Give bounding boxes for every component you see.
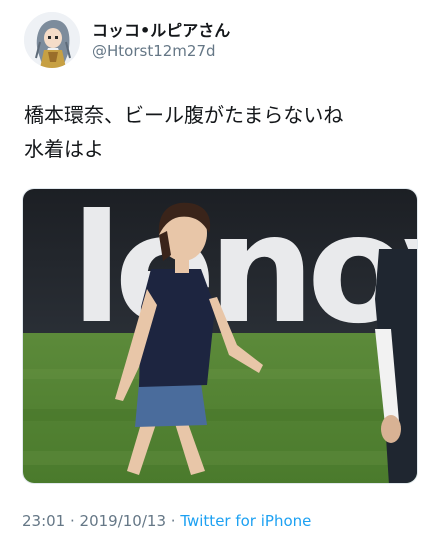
tweet-timestamp[interactable]: 23:01 · 2019/10/13	[22, 512, 166, 530]
anime-character-avatar-icon	[24, 12, 80, 68]
timestamp-separator: ·	[166, 512, 181, 530]
banner-text: lenovo	[71, 189, 418, 357]
tweet-source-link[interactable]: Twitter for iPhone	[180, 512, 311, 530]
user-handle[interactable]: @Htorst12m27d	[92, 42, 216, 60]
avatar[interactable]	[24, 12, 80, 68]
tweet-timestamp-line: 23:01 · 2019/10/13 · Twitter for iPhone	[22, 512, 311, 530]
tweet-card: コッコ•ルピアさん @Htorst12m27d 橋本環奈、ビール腹がたまらないね…	[0, 0, 440, 542]
tweet-text-line: 水着はよ	[24, 137, 104, 161]
tweet-text: 橋本環奈、ビール腹がたまらないね 水着はよ	[24, 98, 424, 166]
display-name[interactable]: コッコ•ルピアさん	[92, 17, 230, 41]
tweet-text-line: 橋本環奈、ビール腹がたまらないね	[24, 103, 344, 127]
stadium-photo: lenovo	[23, 189, 418, 483]
tweet-media-photo[interactable]: lenovo	[22, 188, 418, 484]
